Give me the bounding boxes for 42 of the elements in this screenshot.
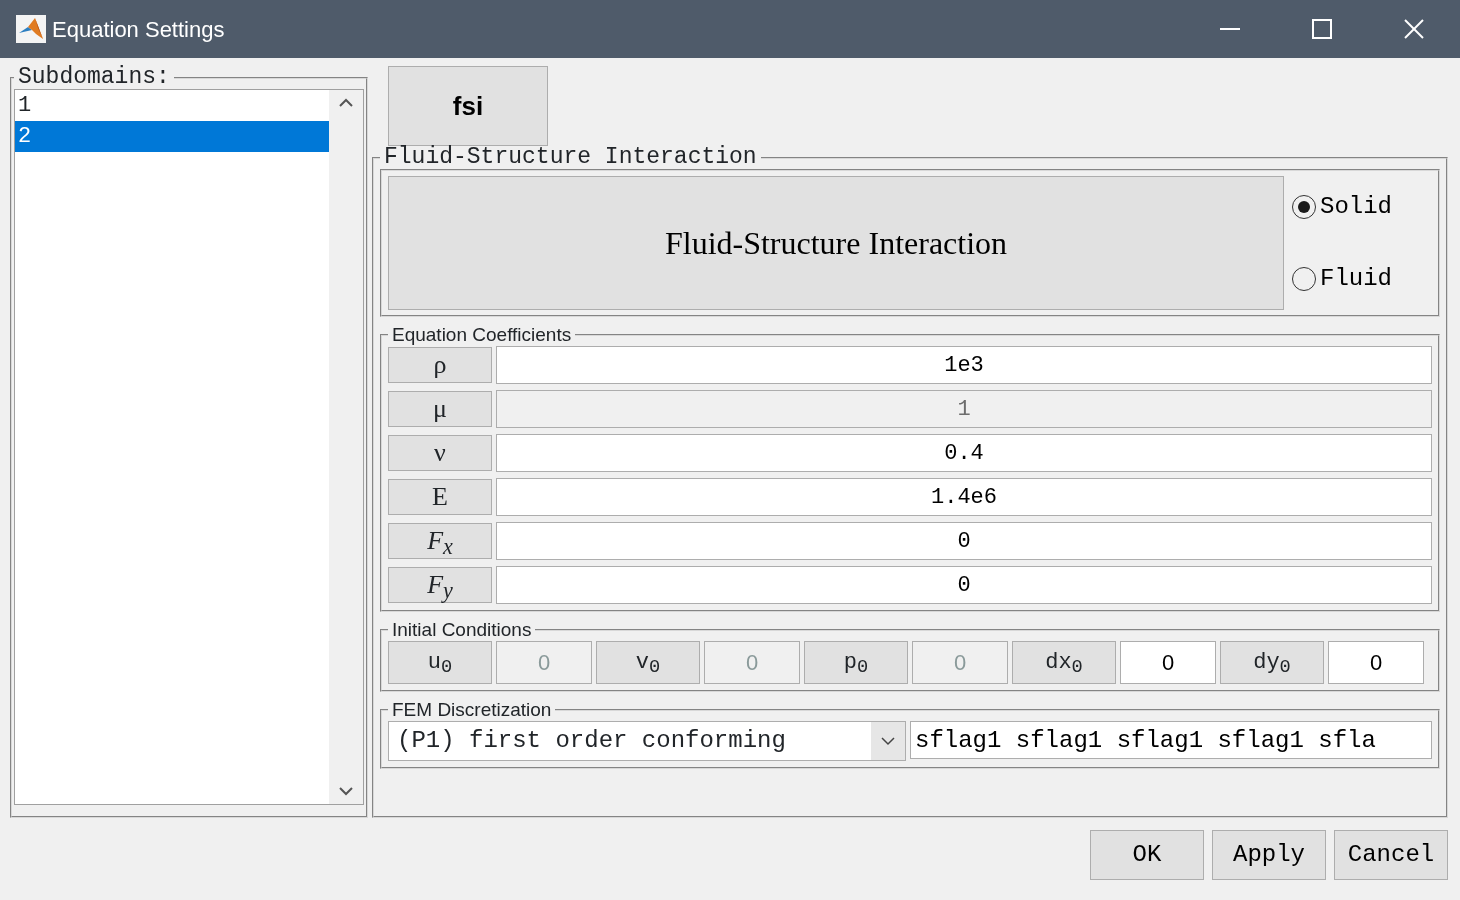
condition-label: u$_{0}$ <box>388 641 492 684</box>
condition-label: dx$_{0}$ <box>1012 641 1116 684</box>
dialog-button[interactable]: OK <box>1090 830 1204 880</box>
dialog-button[interactable]: Apply <box>1212 830 1326 880</box>
caret-icon <box>881 736 895 746</box>
coefficient-label: ν <box>388 435 492 471</box>
coefficient-label: E <box>388 479 492 515</box>
condition-field[interactable]: 0 <box>1120 641 1216 684</box>
coefficient-field[interactable]: 0 <box>496 566 1432 604</box>
coefficient-label: μ <box>388 391 492 427</box>
section-legend: Equation Coefficients <box>388 325 576 344</box>
maximize-icon[interactable] <box>1310 17 1334 41</box>
close-icon[interactable] <box>1402 17 1426 41</box>
coefficient-field[interactable]: 1e3 <box>496 346 1432 384</box>
list-label: Subdomains: <box>17 66 171 89</box>
panel-legend: Fluid-Structure Interaction <box>380 146 761 169</box>
section-legend: Initial Conditions <box>388 620 536 639</box>
coefficient-field[interactable]: 1.4e6 <box>496 478 1432 516</box>
scroll-down-icon[interactable] <box>339 786 353 796</box>
scrollbar[interactable] <box>329 90 363 804</box>
coefficient-field[interactable]: 0.4 <box>496 434 1432 472</box>
flags-field[interactable]: sflag1 sflag1 sflag1 sflag1 sfla <box>910 721 1432 759</box>
radio-option[interactable]: Solid <box>1292 189 1432 225</box>
app-logo-icon <box>16 14 46 44</box>
coefficient-label: F$_{y}$ <box>388 567 492 603</box>
window-title: Equation Settings <box>52 15 225 44</box>
dialog-button[interactable]: Cancel <box>1334 830 1448 880</box>
scroll-up-icon[interactable] <box>339 98 353 108</box>
condition-field[interactable]: 0 <box>1328 641 1424 684</box>
radio-option[interactable]: Fluid <box>1292 261 1432 297</box>
condition-label: dy$_{0}$ <box>1220 641 1324 684</box>
section-legend: FEM Discretization <box>388 700 556 719</box>
heading-button[interactable]: Fluid-Structure Interaction <box>388 176 1284 310</box>
condition-label: p$_{0}$ <box>804 641 908 684</box>
coefficient-label: F$_{x}$ <box>388 523 492 559</box>
tab[interactable]: fsi <box>388 66 548 146</box>
element-dropdown[interactable]: (P1) first order conforming <box>388 721 906 761</box>
coefficient-label: ρ <box>388 347 492 383</box>
coefficient-field[interactable]: 0 <box>496 522 1432 560</box>
list-item[interactable]: 2 <box>15 121 329 152</box>
list-item[interactable]: 1 <box>15 90 329 121</box>
condition-label: v$_{0}$ <box>596 641 700 684</box>
